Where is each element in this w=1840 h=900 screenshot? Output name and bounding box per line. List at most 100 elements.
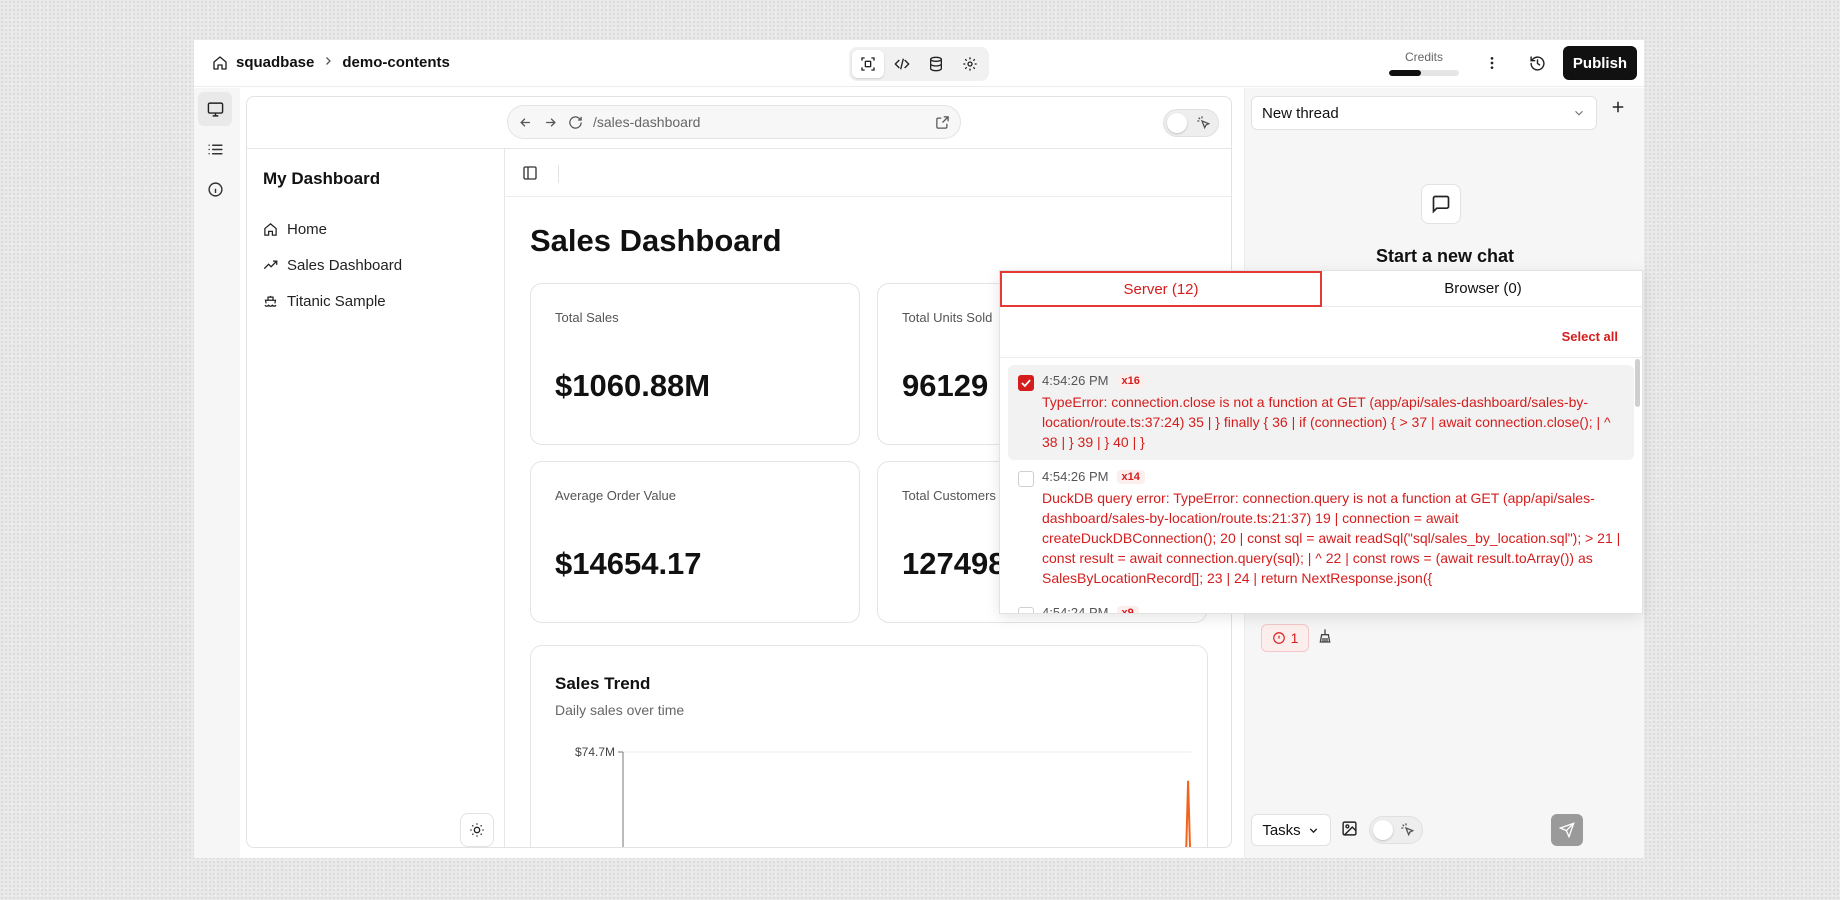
- sidebar-title: My Dashboard: [263, 169, 381, 188]
- list-icon: [207, 144, 223, 154]
- image-icon: [1342, 821, 1357, 836]
- sidebar-item-label: Sales Dashboard: [287, 257, 403, 274]
- divider: [1000, 357, 1642, 358]
- kpi-card-total-sales: Total Sales $1060.88M: [530, 283, 860, 445]
- kpi-label: Total Units Sold: [902, 310, 993, 325]
- tab-server-logs[interactable]: Server (12): [1000, 271, 1322, 307]
- sun-icon: [470, 823, 484, 837]
- settings-button[interactable]: [954, 50, 986, 78]
- alert-circle-icon: [1272, 632, 1285, 644]
- panel-left-icon[interactable]: [522, 165, 538, 181]
- publish-button[interactable]: Publish: [1563, 46, 1637, 80]
- check-icon: [1021, 379, 1031, 388]
- sales-trend-chart: $74.7M: [575, 745, 1191, 847]
- code-button[interactable]: [886, 50, 918, 78]
- breadcrumb-org[interactable]: squadbase: [236, 54, 314, 71]
- select-all-link[interactable]: Select all: [1562, 329, 1618, 344]
- log-time: 4:54:26 PM: [1042, 373, 1109, 388]
- log-checkbox[interactable]: [1018, 607, 1034, 613]
- tasks-dropdown[interactable]: Tasks: [1251, 814, 1331, 846]
- send-icon: [1559, 822, 1575, 838]
- log-meta: 4:54:26 PM x14: [1042, 469, 1624, 484]
- theme-toggle-button[interactable]: [460, 813, 494, 847]
- screenshot-icon: [861, 57, 875, 71]
- sparkle-cursor-icon: [1401, 823, 1415, 837]
- log-count-badge: x16: [1116, 373, 1145, 388]
- sidebar-item-label: Titanic Sample: [287, 293, 386, 310]
- trending-up-icon: [263, 260, 278, 270]
- screenshot-button[interactable]: [852, 50, 884, 78]
- tasks-label: Tasks: [1262, 821, 1301, 839]
- log-checkbox[interactable]: [1018, 375, 1034, 391]
- kpi-value: 127498: [902, 546, 1006, 581]
- log-entry[interactable]: 4:54:24 PM x9: [1008, 597, 1634, 614]
- credits-bar: [1389, 70, 1459, 76]
- arrow-right-icon[interactable]: [543, 115, 558, 130]
- clear-logs-button[interactable]: [1317, 628, 1333, 649]
- tab-browser-logs[interactable]: Browser (0): [1322, 271, 1642, 307]
- arrow-left-icon[interactable]: [518, 115, 533, 130]
- content-header: [506, 149, 1231, 197]
- history-icon: [1529, 55, 1545, 71]
- gear-icon: [963, 57, 977, 71]
- log-meta: 4:54:26 PM x16: [1042, 373, 1624, 388]
- new-thread-button[interactable]: [1609, 98, 1627, 121]
- chevron-right-icon: [322, 54, 334, 71]
- log-time: 4:54:24 PM: [1042, 605, 1109, 614]
- send-button[interactable]: [1551, 814, 1583, 846]
- external-link-icon[interactable]: [935, 115, 950, 130]
- code-icon: [894, 58, 910, 70]
- top-bar: squadbase demo-contents Credits Publish: [194, 40, 1644, 87]
- thread-select-value: New thread: [1262, 104, 1339, 122]
- left-rail: [194, 88, 240, 858]
- rail-info-button[interactable]: [198, 172, 232, 206]
- sidebar-item-titanic-sample[interactable]: Titanic Sample: [263, 293, 386, 310]
- log-count-badge: x9: [1116, 605, 1139, 613]
- more-menu-button[interactable]: [1478, 49, 1506, 77]
- logs-scrollbar[interactable]: [1635, 359, 1640, 407]
- sidebar-item-sales-dashboard[interactable]: Sales Dashboard: [263, 257, 402, 274]
- chat-input-bar: Tasks: [1245, 810, 1644, 858]
- chat-ai-toggle[interactable]: [1369, 816, 1423, 844]
- sparkle-cursor-icon: [1197, 116, 1211, 130]
- log-entry[interactable]: 4:54:26 PM x16 TypeError: connection.clo…: [1008, 365, 1634, 460]
- kpi-value: 96129: [902, 368, 989, 403]
- rail-preview-button[interactable]: [198, 92, 232, 126]
- kpi-value: $1060.88M: [555, 368, 711, 403]
- url-bar: /sales-dashboard: [507, 105, 961, 139]
- refresh-icon[interactable]: [568, 115, 583, 130]
- toggle-knob: [1373, 820, 1393, 840]
- series-line: [1185, 780, 1191, 847]
- home-icon[interactable]: [212, 55, 228, 71]
- page-title: Sales Dashboard: [530, 223, 782, 258]
- thread-select[interactable]: New thread: [1251, 96, 1597, 130]
- logs-popover: Server (12) Browser (0) Select all 4:54:…: [999, 270, 1643, 614]
- credits-bar-fill: [1389, 70, 1421, 76]
- log-checkbox[interactable]: [1018, 471, 1034, 487]
- chevron-down-icon: [1575, 110, 1583, 116]
- sales-trend-card: Sales Trend Daily sales over time $74.7M: [530, 645, 1208, 847]
- attach-image-button[interactable]: [1341, 820, 1358, 842]
- database-button[interactable]: [920, 50, 952, 78]
- broom-icon: [1319, 629, 1331, 643]
- history-button[interactable]: [1523, 49, 1551, 77]
- log-message: DuckDB query error: TypeError: connectio…: [1042, 490, 1621, 586]
- preview-ai-toggle[interactable]: [1163, 109, 1219, 137]
- monitor-icon: [207, 101, 223, 117]
- breadcrumb-project[interactable]: demo-contents: [342, 54, 450, 71]
- log-meta: 4:54:24 PM x9: [1042, 605, 1624, 614]
- ship-icon: [264, 295, 277, 307]
- chat-empty-title: Start a new chat: [1375, 246, 1515, 266]
- sidebar-item-home[interactable]: Home: [263, 221, 327, 238]
- breadcrumb: squadbase demo-contents: [212, 54, 450, 71]
- url-text[interactable]: /sales-dashboard: [593, 114, 925, 130]
- rail-list-button[interactable]: [198, 132, 232, 166]
- kpi-label: Average Order Value: [555, 488, 676, 503]
- log-message: TypeError: connection.close is not a fun…: [1042, 394, 1611, 450]
- more-vertical-icon: [1490, 57, 1494, 69]
- log-entry[interactable]: 4:54:26 PM x14 DuckDB query error: TypeE…: [1008, 461, 1634, 596]
- error-count-button[interactable]: 1: [1261, 624, 1309, 652]
- log-time: 4:54:26 PM: [1042, 469, 1109, 484]
- plus-icon: [1612, 101, 1624, 113]
- error-count: 1: [1290, 630, 1299, 646]
